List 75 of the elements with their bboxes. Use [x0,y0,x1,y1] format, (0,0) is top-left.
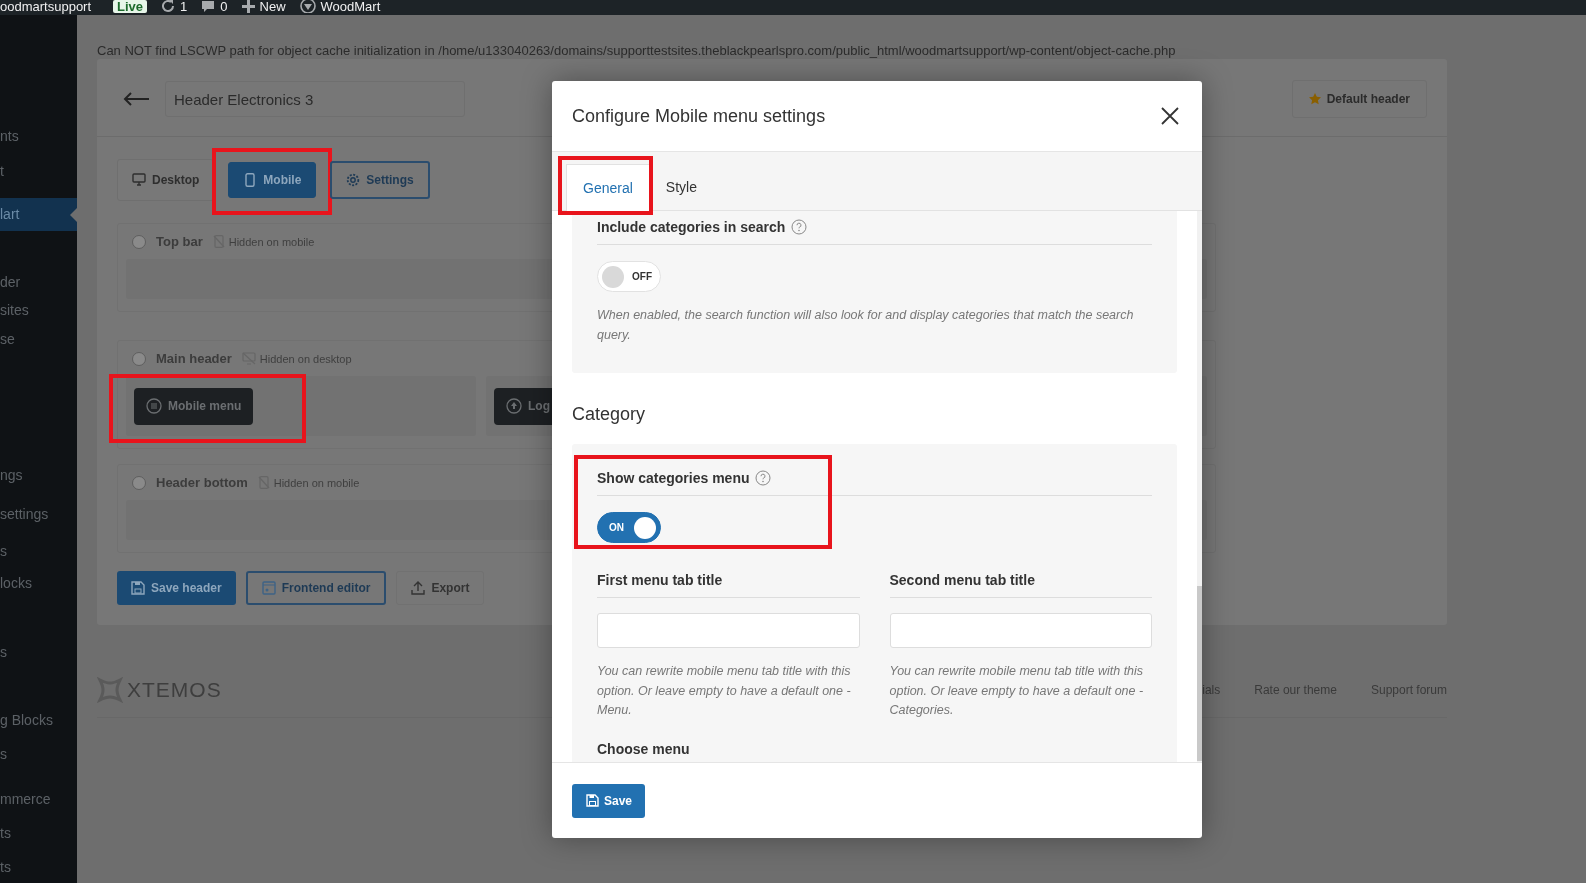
sidebar-item[interactable]: s [0,538,77,564]
view-tab[interactable]: Desktop [117,159,215,201]
field-label: Second menu tab title [889,543,1152,598]
gear-icon [346,173,361,187]
field-description: When enabled, the search function will also look for and display categories that match the search query. [597,307,1135,344]
scrollbar-thumb[interactable] [1197,586,1202,761]
text-field[interactable] [889,613,1152,648]
action-button[interactable]: Save header [117,571,236,605]
close-icon[interactable] [1160,106,1180,126]
field-description: You can rewrite mobile menu tab title with this option. Or leave empty to have a default one - Menu. [597,663,852,719]
theme-link[interactable]: WoodMart [299,0,381,13]
save-icon [586,794,599,807]
menu-circle-icon [146,398,162,414]
save-button[interactable]: Save [572,783,646,818]
updates-link[interactable]: 1 [161,0,188,13]
header-name-field[interactable]: Header Electronics 3 [165,81,465,117]
phone-icon [243,173,258,187]
row-toggle[interactable] [132,475,146,490]
sidebar-item[interactable]: t [0,158,77,184]
sidebar-item[interactable]: settings [0,501,77,527]
sidebar-item[interactable]: sites [0,297,77,323]
action-button[interactable]: Frontend editor [245,571,387,605]
comments-link[interactable]: 0 [201,0,228,13]
notice-text: Can NOT find LSCWP path for object cache initialization in /home/u133040263/domains/supporttestsites.theblackpearlspro.com/public_html/woodmartsupport/wp-content/object-cache.php [97,43,1177,59]
row-title: Top bar [156,234,203,249]
row-toggle[interactable] [132,234,146,249]
upload-icon [411,581,426,595]
field-label: Show categories menu [597,470,1152,496]
theme-logo-icon [299,0,316,13]
view-tab[interactable]: Settings [330,161,430,199]
plus-icon [241,0,255,13]
view-tab[interactable]: Mobile [228,162,317,198]
sidebar-item[interactable]: nts [0,123,77,149]
modal-title: Configure Mobile menu settings [572,105,826,127]
help-icon [791,219,808,235]
row-title: Header bottom [156,475,248,490]
refresh-icon [161,0,176,13]
back-button[interactable] [123,92,149,106]
browser-window-icon [261,581,276,595]
comment-icon [201,0,216,13]
save-icon [131,581,145,595]
site-name-link[interactable]: oodmartsupport [0,0,92,13]
row-title: Main header [156,351,232,366]
field-description: You can rewrite mobile menu tab title with this option. Or leave empty to have a default one - Categories. [889,663,1145,719]
section-heading: Category [572,404,647,425]
field-label: Choose menu [597,739,691,759]
star-icon [1308,93,1321,105]
default-header-button[interactable]: Default header [1291,80,1427,118]
sidebar-item[interactable]: ngs [0,462,77,488]
toggle-switch[interactable]: OFF [597,261,661,292]
sidebar-item[interactable]: g Blocks [0,707,77,733]
back-arrow-icon [123,92,149,106]
sidebar-item[interactable]: ts [0,854,77,880]
sidebar-item[interactable]: s [0,639,77,665]
help-icon [755,470,772,486]
live-badge: Live [113,0,148,13]
sidebar-item[interactable]: locks [0,570,77,596]
sidebar-item[interactable]: lart [0,198,77,231]
sidebar-item[interactable]: s [0,741,77,767]
monitor-icon [132,173,146,187]
action-button[interactable]: Export [396,571,485,605]
new-link[interactable]: New [241,0,286,13]
row-toggle[interactable] [132,351,146,366]
field-label: Include categories in search [597,219,1152,245]
modal-tab[interactable]: General [566,164,650,211]
text-field[interactable] [597,613,860,648]
upload-circle-icon [506,398,522,414]
sidebar-item[interactable]: mmerce [0,786,77,812]
header-element-button[interactable]: Mobile menu [134,387,254,425]
sidebar-item[interactable]: der [0,269,77,295]
field-label: First menu tab title [597,543,860,598]
toggle-switch[interactable]: ON [597,512,661,543]
sidebar-item[interactable]: se [0,326,77,352]
sidebar-item[interactable]: ts [0,820,77,846]
modal-tab[interactable]: Style [649,164,713,210]
